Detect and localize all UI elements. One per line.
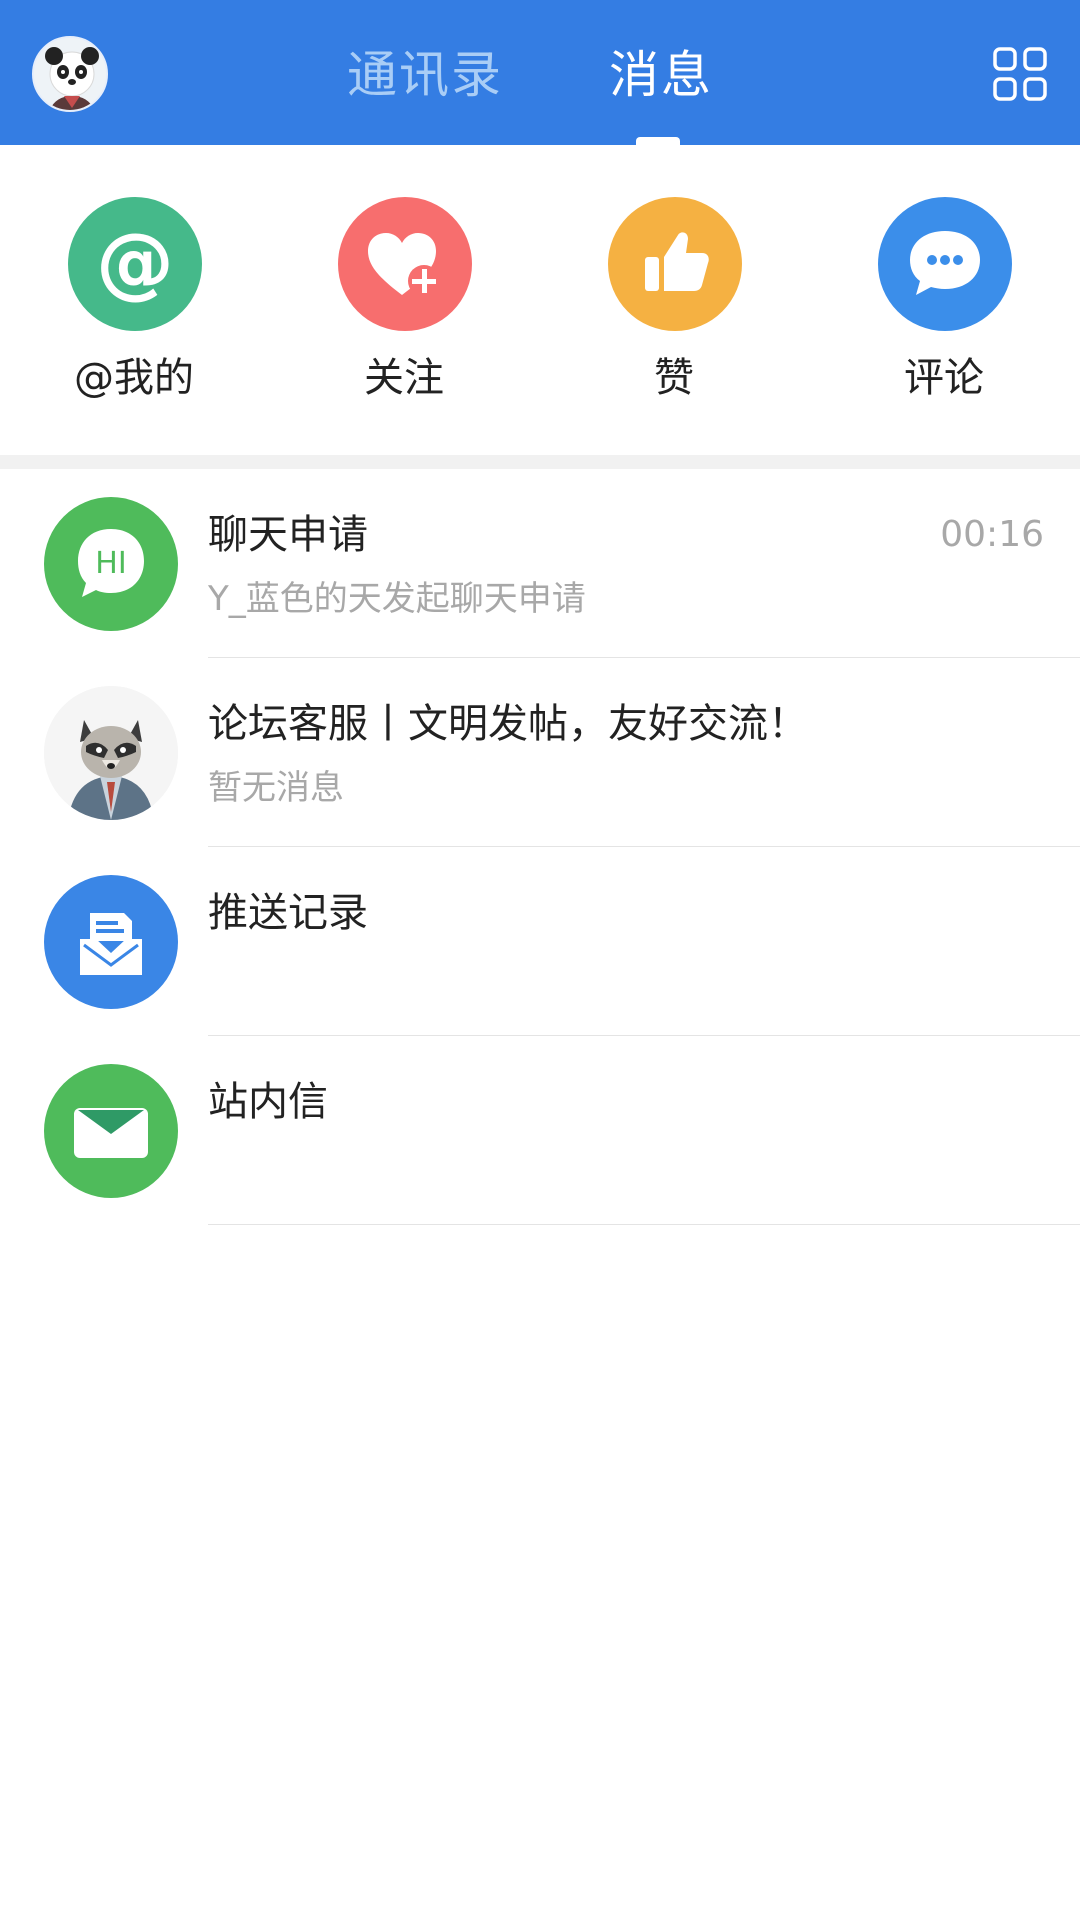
quick-action-label: 评论 <box>904 355 984 401</box>
quick-action-label: @我的 <box>74 355 194 401</box>
hi-text: HI <box>95 546 126 581</box>
section-divider <box>0 455 1080 469</box>
mail-icon <box>44 1064 178 1198</box>
message-title: 站内信 <box>208 1079 328 1125</box>
list-item-chat-request[interactable]: HI 聊天申请 Y_蓝色的天发起聊天申请 00:16 <box>0 469 1080 658</box>
chat-bubble-icon <box>878 197 1012 331</box>
message-time: 00:16 <box>940 514 1044 555</box>
message-title: 论坛客服丨文明发帖，友好交流！ <box>208 701 808 747</box>
envelope-open-icon <box>44 875 178 1009</box>
quick-action-comment[interactable]: 评论 <box>844 197 1044 427</box>
quick-action-at-me[interactable]: @ @我的 <box>34 197 234 427</box>
list-item-push-records[interactable]: 推送记录 <box>0 847 1080 1036</box>
svg-text:@: @ <box>96 218 174 308</box>
hi-bubble-icon: HI <box>44 497 178 631</box>
message-title: 推送记录 <box>208 890 368 936</box>
quick-action-like[interactable]: 赞 <box>574 197 774 427</box>
thumbs-up-icon <box>608 197 742 331</box>
tab-contacts[interactable]: 通讯录 <box>347 40 503 110</box>
list-item-site-mail[interactable]: 站内信 <box>0 1036 1080 1225</box>
message-list: HI 聊天申请 Y_蓝色的天发起聊天申请 00:16 论坛客服丨文明发帖，友好交… <box>0 469 1080 1225</box>
heart-plus-icon <box>338 197 472 331</box>
message-subtitle: Y_蓝色的天发起聊天申请 <box>208 579 586 619</box>
tab-messages[interactable]: 消息 <box>609 40 713 110</box>
grid-icon[interactable] <box>992 46 1048 102</box>
quick-actions: @ @我的 关注 赞 评论 <box>0 145 1080 455</box>
quick-action-follow[interactable]: 关注 <box>304 197 504 427</box>
at-icon: @ <box>68 197 202 331</box>
list-item-forum-service[interactable]: 论坛客服丨文明发帖，友好交流！ 暂无消息 <box>0 658 1080 847</box>
raccoon-avatar-icon <box>44 686 178 820</box>
message-subtitle: 暂无消息 <box>208 768 344 808</box>
active-tab-indicator <box>636 137 680 145</box>
divider <box>208 1224 1080 1225</box>
top-bar: 通讯录 消息 <box>0 0 1080 145</box>
quick-action-label: 赞 <box>654 355 694 401</box>
quick-action-label: 关注 <box>364 355 444 401</box>
message-title: 聊天申请 <box>208 512 368 558</box>
panda-avatar-icon[interactable] <box>32 36 108 112</box>
